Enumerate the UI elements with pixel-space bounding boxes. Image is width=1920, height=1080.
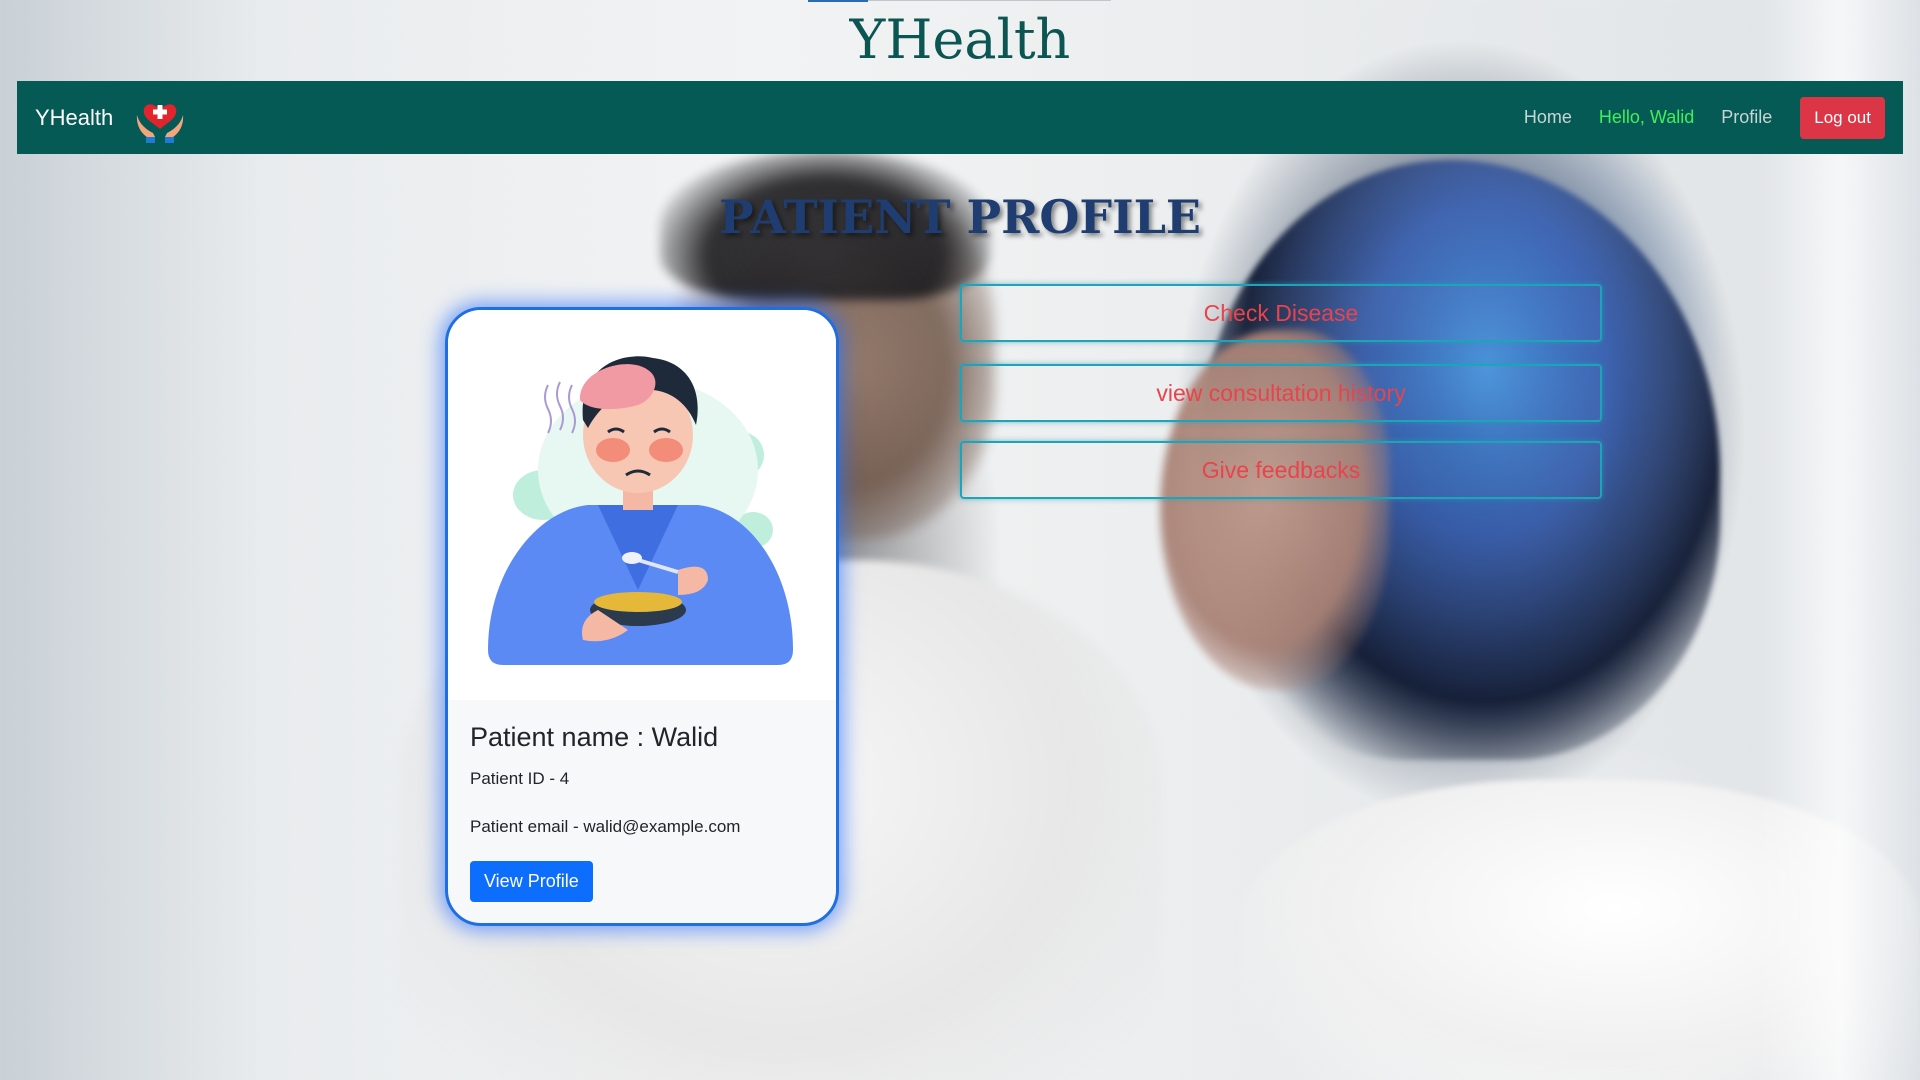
patient-name: Patient name : Walid — [470, 722, 719, 752]
brand-name: YHealth — [35, 104, 114, 130]
nav-greeting[interactable]: Hello, Walid — [1599, 107, 1694, 128]
navbar-brand[interactable]: YHealth — [35, 91, 187, 145]
nav-link-profile[interactable]: Profile — [1721, 107, 1772, 128]
sick-patient-illustration — [488, 356, 793, 665]
give-feedback-button[interactable]: Give feedbacks — [960, 441, 1602, 499]
logout-button[interactable]: Log out — [1800, 96, 1885, 139]
consultation-history-button[interactable]: view consultation history — [960, 364, 1602, 422]
background-window — [1760, 0, 1920, 1080]
navbar: YHealth Home Hello, Walid Profile Log ou… — [17, 81, 1903, 154]
patient-illustration — [448, 310, 836, 700]
patient-card: Patient name : Walid Patient ID - 4 Pati… — [445, 307, 839, 926]
patient-card-body: Patient name : Walid Patient ID - 4 Pati… — [448, 700, 836, 902]
hands-heart-cross-icon — [137, 103, 184, 143]
top-divider-line — [868, 0, 1111, 1]
patient-email: Patient email - walid@example.com — [470, 817, 741, 836]
view-profile-button[interactable]: View Profile — [470, 861, 593, 902]
check-disease-button[interactable]: Check Disease — [960, 284, 1602, 342]
site-title: YHealth — [849, 8, 1071, 71]
nav-link-home[interactable]: Home — [1524, 107, 1572, 128]
page-heading: PATIENT PROFILE — [719, 190, 1201, 244]
navbar-links: Home Hello, Walid Profile Log out — [1497, 96, 1885, 139]
top-accent-line — [808, 0, 868, 2]
patient-id: Patient ID - 4 — [470, 769, 570, 788]
